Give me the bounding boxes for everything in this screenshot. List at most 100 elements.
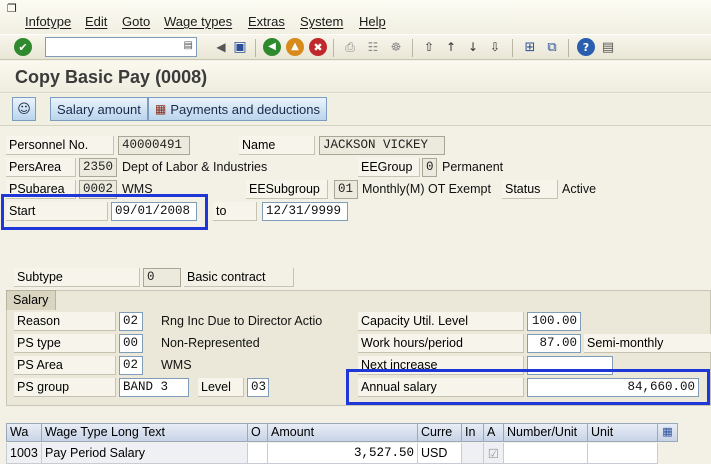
table-cell-longtext: Pay Period Salary bbox=[42, 443, 248, 464]
eesubgroup-text: Monthly(M) OT Exempt bbox=[362, 182, 491, 196]
menu-system[interactable]: System bbox=[300, 14, 343, 29]
eegroup-code[interactable]: 0 bbox=[422, 158, 437, 177]
payments-deductions-button[interactable]: ▦ Payments and deductions bbox=[148, 97, 327, 121]
psgroup-input[interactable]: BAND 3 bbox=[119, 378, 189, 397]
name-label: Name bbox=[239, 136, 315, 155]
psarea-code-input[interactable]: 02 bbox=[119, 356, 143, 375]
menu-edit[interactable]: Edit bbox=[85, 14, 107, 29]
scrollbar[interactable] bbox=[658, 443, 678, 464]
shortcut-icon[interactable]: ⧉ bbox=[543, 38, 561, 56]
print-icon[interactable]: ⎙ bbox=[341, 38, 359, 56]
col-header-in[interactable]: In bbox=[462, 423, 484, 442]
menu-help[interactable]: Help bbox=[359, 14, 386, 29]
table-cell-amount[interactable]: 3,527.50 bbox=[268, 443, 418, 464]
menu-goto[interactable]: Goto bbox=[122, 14, 150, 29]
page-title: Copy Basic Pay (0008) bbox=[15, 67, 208, 87]
previous-page-icon[interactable]: ↑ bbox=[442, 38, 460, 56]
level-label: Level bbox=[198, 378, 244, 397]
pstype-text: Non-Represented bbox=[161, 336, 260, 350]
payments-deductions-label: Payments and deductions bbox=[170, 101, 320, 117]
col-header-longtext[interactable]: Wage Type Long Text bbox=[42, 423, 248, 442]
psarea-text: WMS bbox=[161, 358, 192, 372]
salary-group-title: Salary bbox=[6, 290, 56, 310]
workhours-label: Work hours/period bbox=[358, 334, 524, 353]
level-input[interactable]: 03 bbox=[247, 378, 269, 397]
back-icon[interactable]: ◀ bbox=[263, 38, 281, 56]
find-icon[interactable]: ☷ bbox=[364, 38, 382, 56]
system-menu-icon[interactable]: ❐ bbox=[7, 2, 21, 15]
reason-text: Rng Inc Due to Director Actio bbox=[161, 314, 323, 328]
title-bar: Copy Basic Pay (0008) bbox=[0, 61, 711, 93]
status-label: Status bbox=[502, 180, 558, 199]
pstype-label: PS type bbox=[14, 334, 116, 353]
personal-data-icon[interactable]: ☺ bbox=[12, 97, 36, 121]
persarea-text: Dept of Labor & Industries bbox=[122, 160, 268, 174]
name-field[interactable]: JACKSON VICKEY bbox=[319, 136, 445, 155]
reason-label: Reason bbox=[14, 312, 116, 331]
eesubgroup-code[interactable]: 01 bbox=[334, 180, 358, 199]
application-toolbar: ☺ Salary amount ▦ Payments and deduction… bbox=[0, 94, 711, 126]
psarea-label: PS Area bbox=[14, 356, 116, 375]
to-label: to bbox=[213, 202, 257, 221]
layout-menu-icon[interactable]: ▤ bbox=[599, 38, 617, 56]
exit-icon[interactable]: ▲ bbox=[286, 38, 304, 56]
psgroup-label: PS group bbox=[14, 378, 116, 397]
eegroup-text: Permanent bbox=[442, 160, 504, 174]
workhours-input[interactable]: 87.00 bbox=[527, 334, 581, 353]
col-header-wagetype[interactable]: Wa bbox=[6, 423, 42, 442]
cancel-icon[interactable]: ✖ bbox=[309, 38, 327, 56]
table-cell-o[interactable] bbox=[248, 443, 268, 464]
table-cell-wagetype[interactable]: 1003 bbox=[6, 443, 42, 464]
table-cell-unit[interactable] bbox=[588, 443, 658, 464]
salary-amount-button[interactable]: Salary amount bbox=[50, 97, 148, 121]
persarea-code[interactable]: 2350 bbox=[79, 158, 117, 177]
col-header-a[interactable]: A bbox=[484, 423, 504, 442]
salary-amount-label: Salary amount bbox=[57, 101, 141, 117]
capacity-input[interactable]: 100.00 bbox=[527, 312, 581, 331]
create-session-icon[interactable]: ⊞ bbox=[521, 38, 539, 56]
save-icon[interactable]: ▣ bbox=[231, 38, 249, 56]
subtype-code[interactable]: 0 bbox=[143, 268, 181, 287]
first-page-icon[interactable]: ⇧ bbox=[420, 38, 438, 56]
status-value: Active bbox=[562, 182, 597, 196]
capacity-label: Capacity Util. Level bbox=[358, 312, 524, 331]
col-header-currency[interactable]: Curre bbox=[418, 423, 462, 442]
last-page-icon[interactable]: ⇩ bbox=[486, 38, 504, 56]
personnel-no-field[interactable]: 40000491 bbox=[118, 136, 190, 155]
start-highlight-box bbox=[1, 194, 208, 230]
menu-infotype[interactable]: Infotype bbox=[25, 14, 71, 29]
eegroup-label: EEGroup bbox=[358, 158, 420, 177]
subtype-text: Basic contract bbox=[184, 268, 294, 287]
menu-extras[interactable]: Extras bbox=[248, 14, 285, 29]
table-cell-in bbox=[462, 443, 484, 464]
command-history-icon[interactable]: ▤ bbox=[184, 40, 193, 51]
help-icon[interactable]: ? bbox=[577, 38, 595, 56]
col-header-o[interactable]: O bbox=[248, 423, 268, 442]
table-cell-currency[interactable]: USD bbox=[418, 443, 462, 464]
table-icon: ▦ bbox=[155, 102, 167, 116]
col-header-number-unit[interactable]: Number/Unit bbox=[504, 423, 588, 442]
end-date-input[interactable]: 12/31/9999 bbox=[262, 202, 348, 221]
subtype-label: Subtype bbox=[14, 268, 140, 287]
menu-bar: ❐ Infotype Edit Goto Wage types Extras S… bbox=[0, 0, 711, 34]
persarea-label: PersArea bbox=[6, 158, 76, 177]
workhours-period: Semi-monthly bbox=[584, 334, 711, 353]
next-page-icon[interactable]: ↓ bbox=[464, 38, 482, 56]
column-settings-icon[interactable]: ▦ bbox=[658, 423, 678, 442]
menu-wage-types[interactable]: Wage types bbox=[164, 14, 232, 29]
reason-code-input[interactable]: 02 bbox=[119, 312, 143, 331]
back-arrow-icon[interactable]: ◀ bbox=[212, 38, 230, 56]
find-next-icon[interactable]: ☸ bbox=[387, 38, 405, 56]
pstype-code-input[interactable]: 00 bbox=[119, 334, 143, 353]
enter-icon[interactable]: ✔ bbox=[14, 38, 32, 56]
command-input[interactable] bbox=[46, 38, 182, 56]
table-cell-number-unit[interactable] bbox=[504, 443, 588, 464]
personnel-no-label: Personnel No. bbox=[6, 136, 114, 155]
wage-type-table: Wa Wage Type Long Text O Amount Curre In… bbox=[6, 423, 711, 464]
col-header-unit[interactable]: Unit bbox=[588, 423, 658, 442]
eesubgroup-label: EESubgroup bbox=[246, 180, 328, 199]
col-header-amount[interactable]: Amount bbox=[268, 423, 418, 442]
command-field[interactable]: ▤ bbox=[45, 37, 197, 57]
checkbox-icon[interactable]: ☑ bbox=[484, 443, 504, 464]
annual-salary-highlight-box bbox=[346, 369, 710, 405]
